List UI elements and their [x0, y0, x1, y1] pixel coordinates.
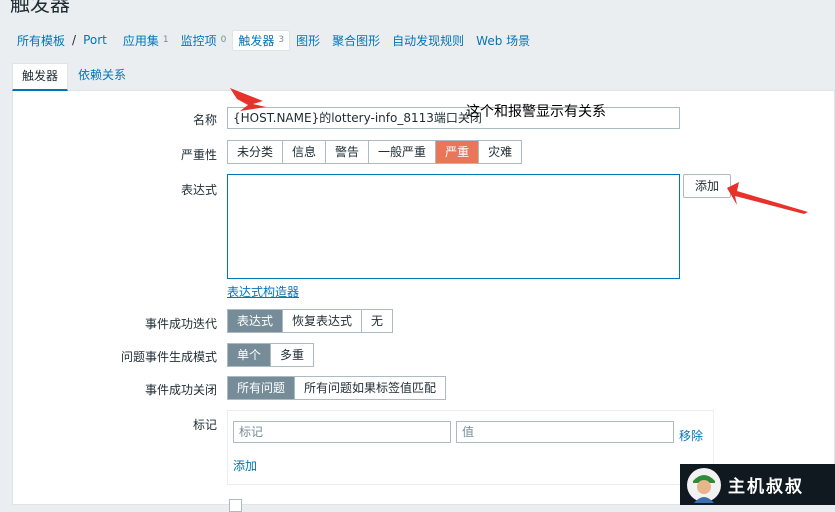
ok-event-generation-selector: 表达式 恢复表达式 无: [227, 309, 394, 333]
tab-trigger[interactable]: 触发器: [12, 63, 69, 91]
severity-warning[interactable]: 警告: [326, 141, 370, 163]
watermark-text: 主机叔叔: [728, 477, 804, 497]
checkbox[interactable]: [229, 499, 242, 512]
watermark: 主机叔叔: [680, 464, 835, 505]
nav-web-scenarios[interactable]: Web 场景: [470, 30, 536, 51]
nav-web-label: Web 场景: [476, 33, 531, 48]
severity-not-classified[interactable]: 未分类: [228, 141, 284, 163]
severity-information[interactable]: 信息: [283, 141, 327, 163]
breadcrumb-host[interactable]: Port: [77, 31, 113, 49]
problem-mode-single[interactable]: 单个: [228, 344, 272, 366]
nav-triggers-count: 3: [278, 35, 285, 45]
expression-label: 表达式: [180, 183, 217, 197]
ok-event-generation-label: 事件成功迭代: [144, 317, 217, 331]
page-title: 触发器: [10, 0, 70, 16]
tag-name-input[interactable]: 标记: [233, 421, 451, 443]
tag-remove-link[interactable]: 移除: [679, 427, 703, 444]
tags-label: 标记: [192, 418, 217, 432]
severity-label: 严重性: [180, 148, 217, 162]
nav-graphs[interactable]: 图形: [290, 30, 326, 51]
ok-closes-label: 事件成功关闭: [144, 383, 217, 397]
nav-applications[interactable]: 应用集 1: [117, 30, 175, 51]
tag-value-input[interactable]: 值: [456, 421, 674, 443]
ok-event-expression[interactable]: 表达式: [228, 310, 284, 332]
nav-items[interactable]: 监控项 0: [175, 30, 233, 51]
breadcrumb: 所有模板 / Port 应用集 1 监控项 0 触发器 3 图形 聚合图形 自动发现规…: [11, 29, 536, 51]
annotation-note: 这个和报警显示有关系: [466, 104, 606, 120]
expression-textarea[interactable]: [227, 174, 680, 279]
ok-closes-tag-match[interactable]: 所有问题如果标签值匹配: [295, 377, 446, 399]
form-tabs: 触发器 依赖关系: [12, 63, 835, 91]
ok-closes-selector: 所有问题 所有问题如果标签值匹配: [227, 376, 447, 400]
nav-applications-label: 应用集: [122, 33, 159, 48]
ok-event-none[interactable]: 无: [362, 310, 393, 332]
problem-mode-multiple[interactable]: 多重: [271, 344, 314, 366]
severity-high[interactable]: 严重: [436, 141, 480, 163]
breadcrumb-all-templates[interactable]: 所有模板: [11, 30, 71, 51]
nav-graphs-label: 图形: [296, 33, 321, 48]
avatar-icon: [687, 467, 721, 503]
nav-screens[interactable]: 聚合图形: [326, 30, 386, 51]
nav-screens-label: 聚合图形: [332, 33, 381, 48]
severity-selector: 未分类 信息 警告 一般严重 严重 灾难: [227, 140, 523, 164]
name-input[interactable]: {HOST.NAME}的lottery-info_8113端口关闭: [227, 107, 680, 129]
severity-average[interactable]: 一般严重: [369, 141, 437, 163]
ok-closes-all-problems[interactable]: 所有问题: [228, 377, 296, 399]
name-label: 名称: [192, 113, 217, 127]
ok-event-recovery-expression[interactable]: 恢复表达式: [283, 310, 363, 332]
nav-items-label: 监控项: [180, 33, 217, 48]
problem-mode-label: 问题事件生成模式: [120, 350, 217, 364]
nav-triggers[interactable]: 触发器 3: [232, 29, 291, 51]
tab-dependencies[interactable]: 依赖关系: [69, 63, 135, 88]
nav-items-count: 0: [220, 35, 227, 45]
nav-triggers-label: 触发器: [238, 33, 275, 48]
nav-discovery-label: 自动发现规则: [392, 33, 465, 48]
nav-discovery-rules[interactable]: 自动发现规则: [386, 30, 470, 51]
severity-disaster[interactable]: 灾难: [479, 141, 522, 163]
tag-add-link[interactable]: 添加: [233, 457, 257, 474]
expression-add-button[interactable]: 添加: [683, 174, 731, 198]
expression-builder-link[interactable]: 表达式构造器: [227, 283, 299, 300]
problem-mode-selector: 单个 多重: [227, 343, 315, 367]
breadcrumb-separator: /: [72, 33, 77, 47]
nav-applications-count: 1: [162, 35, 169, 45]
